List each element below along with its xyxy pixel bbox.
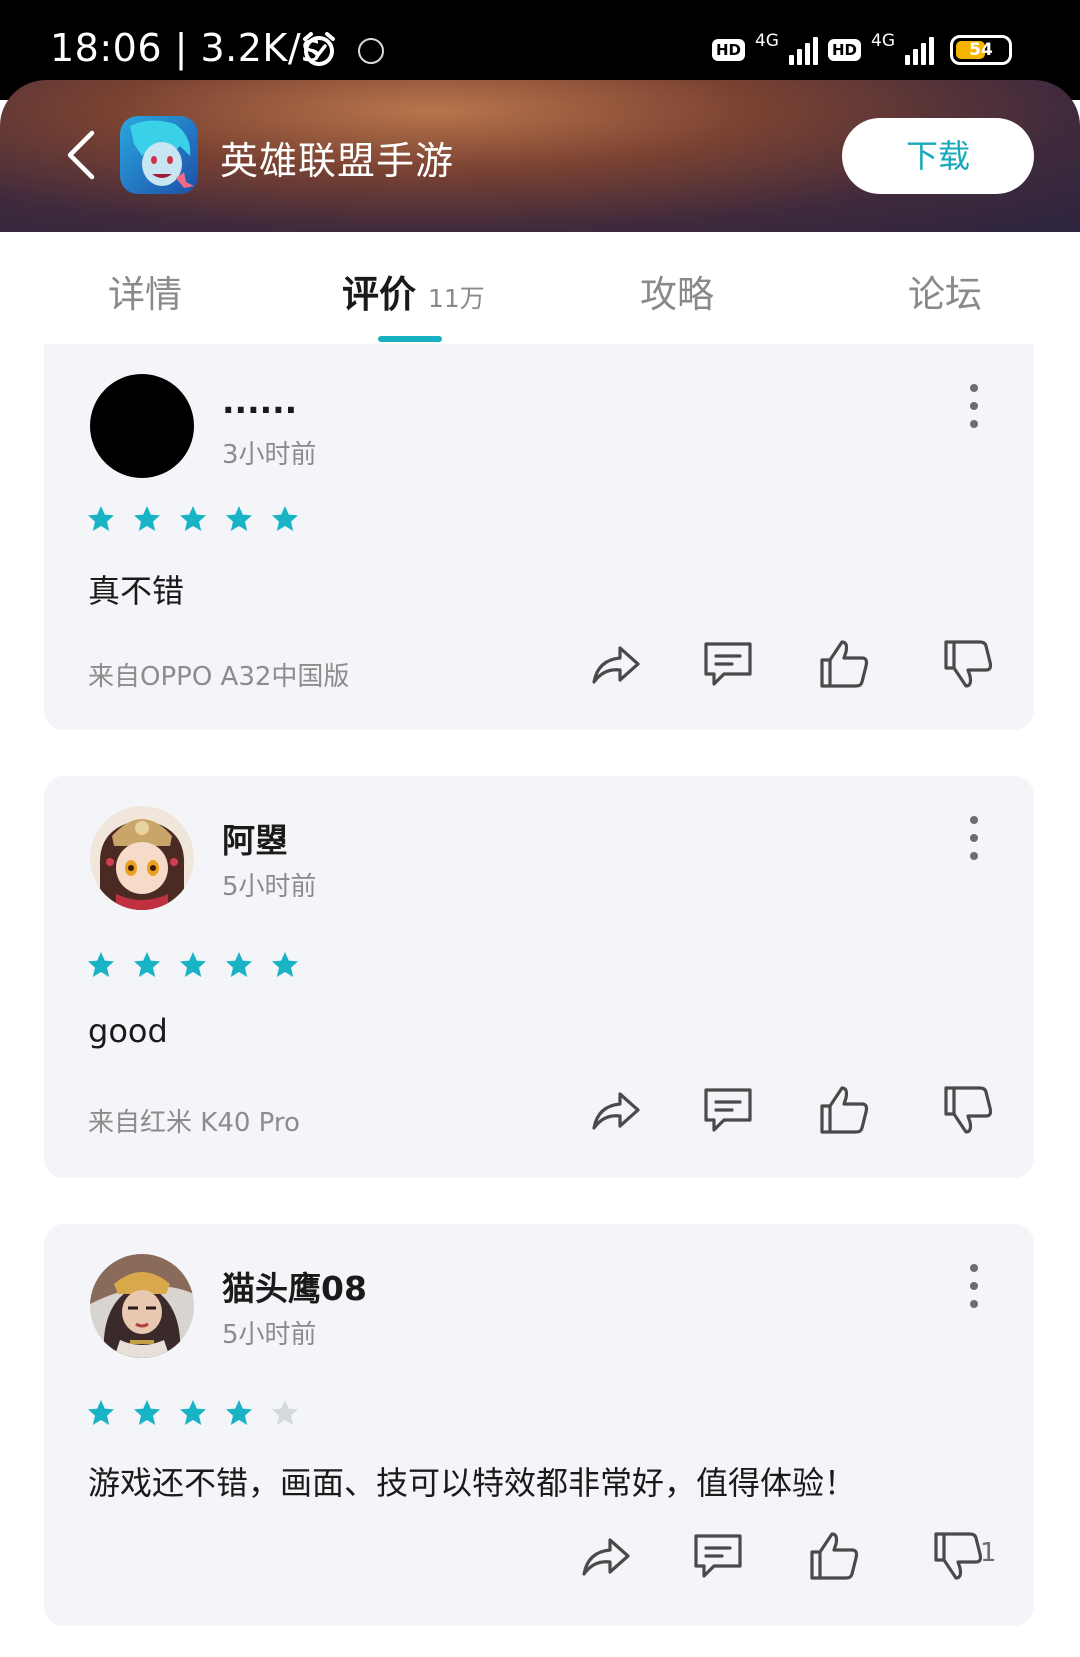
thumbs-down-icon[interactable] bbox=[940, 1082, 996, 1138]
thumbs-down-icon[interactable] bbox=[940, 636, 996, 692]
back-button[interactable] bbox=[56, 120, 106, 190]
thumbs-down-icon[interactable] bbox=[930, 1528, 986, 1584]
dislike-count: 1 bbox=[980, 1538, 997, 1568]
more-options-button[interactable] bbox=[964, 816, 984, 860]
star-filled-icon bbox=[134, 506, 160, 531]
status-indicators: HD 4G HD 4G 54 bbox=[711, 30, 1012, 70]
username[interactable]: 猫头鹰08 bbox=[222, 1262, 367, 1310]
username[interactable]: 阿曌 bbox=[222, 814, 288, 862]
star-filled-icon bbox=[272, 952, 298, 977]
download-button[interactable]: 下载 bbox=[842, 118, 1034, 194]
thumbs-up-icon[interactable] bbox=[816, 636, 872, 692]
device-info: 来自红米 K40 Pro bbox=[88, 1108, 300, 1138]
tab-reviews-label: 评价 bbox=[342, 273, 416, 316]
star-filled-icon bbox=[272, 506, 298, 531]
app-header: 英雄联盟手游 下载 bbox=[0, 80, 1080, 232]
avatar[interactable] bbox=[90, 1254, 194, 1358]
star-rating bbox=[86, 1398, 300, 1428]
network-label: 4G bbox=[754, 31, 779, 51]
device-info: 来自OPPO A32中国版 bbox=[88, 662, 350, 692]
review-card: 阿曌 5小时前 good 来自红米 K40 Pro bbox=[44, 776, 1034, 1178]
review-time: 3小时前 bbox=[222, 440, 317, 470]
hd-badge-2: HD bbox=[827, 39, 861, 61]
app-title: 英雄联盟手游 bbox=[220, 139, 455, 183]
review-text: good bbox=[88, 1012, 168, 1050]
star-rating bbox=[86, 950, 300, 980]
star-filled-icon bbox=[134, 952, 160, 977]
star-filled-icon bbox=[180, 952, 206, 977]
thumbs-up-icon[interactable] bbox=[816, 1082, 872, 1138]
review-card: 猫头鹰08 5小时前 游戏还不错，画面、技可以特效都非常好，值得体验！ 1 bbox=[44, 1224, 1034, 1626]
signal-icon-2 bbox=[905, 35, 934, 65]
network-label-2: 4G bbox=[871, 31, 895, 51]
review-time: 5小时前 bbox=[222, 872, 317, 902]
star-filled-icon bbox=[180, 1400, 206, 1425]
tab-bar: 详情 评价 11万 攻略 论坛 bbox=[0, 232, 1080, 344]
star-filled-icon bbox=[134, 1400, 160, 1425]
comment-icon[interactable] bbox=[690, 1528, 746, 1584]
tab-active-indicator bbox=[378, 336, 442, 342]
star-rating bbox=[86, 504, 300, 534]
share-icon[interactable] bbox=[578, 1528, 634, 1584]
comment-icon[interactable] bbox=[700, 1082, 756, 1138]
review-card: ...... 3小时前 真不错 来自OPPO A32中国版 bbox=[44, 344, 1034, 730]
tab-reviews[interactable]: 评价 11万 bbox=[342, 264, 485, 318]
sync-icon bbox=[358, 38, 384, 64]
star-filled-icon bbox=[226, 506, 252, 531]
username[interactable]: ...... bbox=[222, 382, 297, 421]
tab-guides[interactable]: 攻略 bbox=[640, 264, 714, 318]
app-icon bbox=[120, 116, 198, 194]
star-filled-icon bbox=[88, 506, 114, 531]
avatar[interactable] bbox=[90, 374, 194, 478]
review-time: 5小时前 bbox=[222, 1320, 317, 1350]
star-filled-icon bbox=[88, 952, 114, 977]
tab-reviews-count: 11万 bbox=[428, 284, 485, 313]
share-icon[interactable] bbox=[588, 636, 644, 692]
star-filled-icon bbox=[226, 952, 252, 977]
battery-icon: 54 bbox=[950, 35, 1012, 65]
comment-icon[interactable] bbox=[700, 636, 756, 692]
thumbs-up-icon[interactable] bbox=[806, 1528, 862, 1584]
avatar[interactable] bbox=[90, 806, 194, 910]
star-filled-icon bbox=[88, 1400, 114, 1425]
battery-level: 54 bbox=[969, 40, 993, 60]
share-icon[interactable] bbox=[588, 1082, 644, 1138]
star-filled-icon bbox=[226, 1400, 252, 1425]
hd-badge: HD bbox=[711, 39, 745, 61]
status-time: 18:06 | 3.2K/s bbox=[50, 26, 322, 70]
tab-details[interactable]: 详情 bbox=[108, 264, 182, 318]
signal-icon bbox=[788, 35, 818, 65]
star-empty-icon bbox=[272, 1400, 298, 1425]
star-filled-icon bbox=[180, 506, 206, 531]
chevron-left-icon bbox=[67, 130, 95, 180]
review-text: 游戏还不错，画面、技可以特效都非常好，值得体验！ bbox=[88, 1464, 857, 1502]
more-options-button[interactable] bbox=[964, 1264, 984, 1308]
alarm-icon bbox=[303, 32, 335, 66]
tab-forum[interactable]: 论坛 bbox=[908, 264, 982, 318]
review-text: 真不错 bbox=[88, 572, 185, 610]
more-options-button[interactable] bbox=[964, 384, 984, 428]
